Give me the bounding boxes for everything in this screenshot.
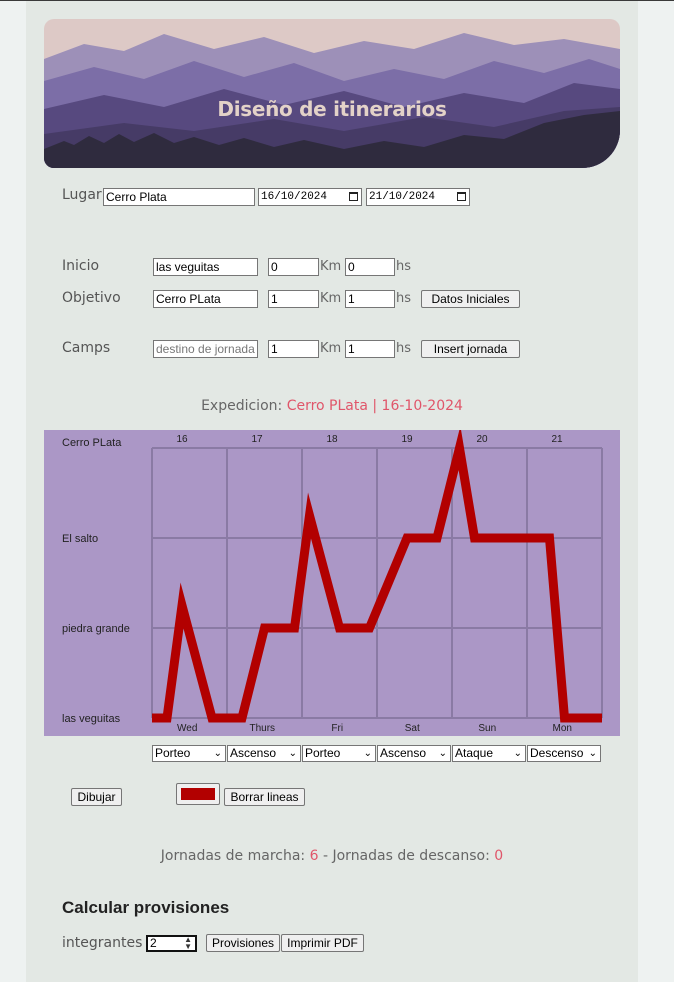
hs-unit: hs bbox=[396, 259, 412, 274]
end-date-input[interactable]: 21/10/2024 bbox=[366, 188, 470, 206]
weekday-label: Mon bbox=[553, 723, 572, 734]
day-number-label: 21 bbox=[551, 434, 563, 445]
calendar-icon[interactable] bbox=[349, 192, 358, 201]
datos-iniciales-button[interactable]: Datos Iniciales bbox=[421, 290, 520, 308]
stage-type-select[interactable]: Ascenso ⌄ bbox=[227, 745, 301, 762]
integrantes-stepper[interactable]: 2 ▲ ▼ bbox=[146, 935, 197, 952]
borrar-lineas-button[interactable]: Borrar lineas bbox=[224, 788, 305, 806]
y-axis-label: El salto bbox=[62, 533, 98, 545]
color-swatch bbox=[181, 788, 215, 800]
summary-line: Jornadas de marcha: 6 - Jornadas de desc… bbox=[26, 848, 638, 864]
mountains-illustration bbox=[44, 19, 620, 168]
day-number-label: 19 bbox=[401, 434, 413, 445]
chevron-down-icon: ⌄ bbox=[513, 748, 522, 759]
day-number-label: 16 bbox=[176, 434, 188, 445]
y-axis-label: las veguitas bbox=[62, 713, 121, 725]
expedition-heading: Expedicion: Cerro PLata | 16-10-2024 bbox=[26, 398, 638, 414]
y-axis-label: piedra grande bbox=[62, 623, 130, 635]
stepper-arrows-icon[interactable]: ▲ ▼ bbox=[184, 936, 192, 951]
camp-hs-input[interactable] bbox=[345, 340, 395, 358]
integrantes-label: integrantes bbox=[62, 935, 143, 951]
chevron-down-icon: ⌄ bbox=[438, 748, 447, 759]
stage-type-value: Ascenso bbox=[380, 746, 427, 760]
calendar-icon[interactable] bbox=[457, 192, 466, 201]
stage-type-value: Descenso bbox=[530, 746, 584, 760]
inicio-place-input[interactable] bbox=[153, 258, 258, 276]
hs-unit: hs bbox=[396, 291, 412, 306]
chart-canvas[interactable]: las veguitas piedra grande El salto Cerro P… bbox=[44, 430, 620, 736]
integrantes-value: 2 bbox=[150, 936, 157, 950]
weekday-label: Thurs bbox=[249, 723, 275, 734]
stage-type-select[interactable]: Porteo ⌄ bbox=[302, 745, 376, 762]
stage-type-value: Ascenso bbox=[230, 746, 277, 760]
km-unit: Km bbox=[320, 259, 342, 274]
summary-separator: - bbox=[318, 848, 333, 864]
chevron-down-icon: ⌄ bbox=[213, 748, 222, 759]
stage-type-value: Ataque bbox=[455, 746, 494, 760]
stage-type-value: Porteo bbox=[305, 746, 341, 760]
weekday-label: Fri bbox=[331, 723, 343, 734]
insert-jornada-button[interactable]: Insert jornada bbox=[421, 340, 520, 358]
stage-type-select[interactable]: Ataque ⌄ bbox=[452, 745, 526, 762]
chevron-down-icon: ⌄ bbox=[288, 748, 297, 759]
stage-type-select[interactable]: Descenso ⌄ bbox=[527, 745, 601, 762]
provisiones-button[interactable]: Provisiones bbox=[206, 934, 280, 952]
start-date-input[interactable]: 16/10/2024 bbox=[258, 188, 362, 206]
page-title: Diseño de itinerarios bbox=[217, 97, 447, 121]
camps-label: Camps bbox=[62, 340, 111, 356]
chevron-down-icon: ⌄ bbox=[363, 748, 372, 759]
hs-unit: hs bbox=[396, 341, 412, 356]
itinerary-chart[interactable]: las veguitas piedra grande El salto Cerro P… bbox=[44, 430, 620, 736]
objetivo-label: Objetivo bbox=[62, 290, 121, 306]
lugar-label: Lugar bbox=[62, 187, 102, 203]
day-number-label: 18 bbox=[326, 434, 338, 445]
weekday-label: Wed bbox=[177, 723, 197, 734]
provisions-title: Calcular provisiones bbox=[62, 898, 230, 917]
inicio-km-input[interactable] bbox=[268, 258, 319, 276]
chevron-down-icon: ⌄ bbox=[588, 748, 597, 759]
camp-km-input[interactable] bbox=[268, 340, 319, 358]
descanso-value: 0 bbox=[494, 848, 504, 864]
dibujar-button[interactable]: Dibujar bbox=[71, 788, 122, 806]
marcha-value: 6 bbox=[309, 848, 319, 864]
stage-type-select[interactable]: Ascenso ⌄ bbox=[377, 745, 451, 762]
expedition-value: Cerro PLata | 16-10-2024 bbox=[286, 398, 463, 414]
day-number-label: 17 bbox=[251, 434, 263, 445]
marcha-label: Jornadas de marcha: bbox=[160, 848, 310, 864]
km-unit: Km bbox=[320, 341, 342, 356]
objetivo-km-input[interactable] bbox=[268, 290, 319, 308]
imprimir-pdf-button[interactable]: Imprimir PDF bbox=[281, 934, 364, 952]
line-color-picker[interactable] bbox=[176, 783, 220, 805]
y-axis-label: Cerro PLata bbox=[62, 437, 122, 449]
camp-destination-input[interactable] bbox=[153, 340, 258, 358]
inicio-label: Inicio bbox=[62, 258, 100, 274]
weekday-label: Sat bbox=[405, 723, 420, 734]
km-unit: Km bbox=[320, 291, 342, 306]
stage-type-value: Porteo bbox=[155, 746, 191, 760]
start-date-value: 16/10/2024 bbox=[261, 191, 328, 203]
expedition-prefix: Expedicion: bbox=[201, 398, 287, 414]
day-number-label: 20 bbox=[476, 434, 488, 445]
objetivo-place-input[interactable] bbox=[153, 290, 258, 308]
lugar-input[interactable] bbox=[103, 188, 255, 206]
header-banner: Diseño de itinerarios bbox=[44, 19, 620, 168]
stage-type-select[interactable]: Porteo ⌄ bbox=[152, 745, 226, 762]
inicio-hs-input[interactable] bbox=[345, 258, 395, 276]
descanso-label: Jornadas de descanso: bbox=[332, 848, 495, 864]
end-date-value: 21/10/2024 bbox=[369, 191, 436, 203]
weekday-label: Sun bbox=[478, 723, 496, 734]
objetivo-hs-input[interactable] bbox=[345, 290, 395, 308]
